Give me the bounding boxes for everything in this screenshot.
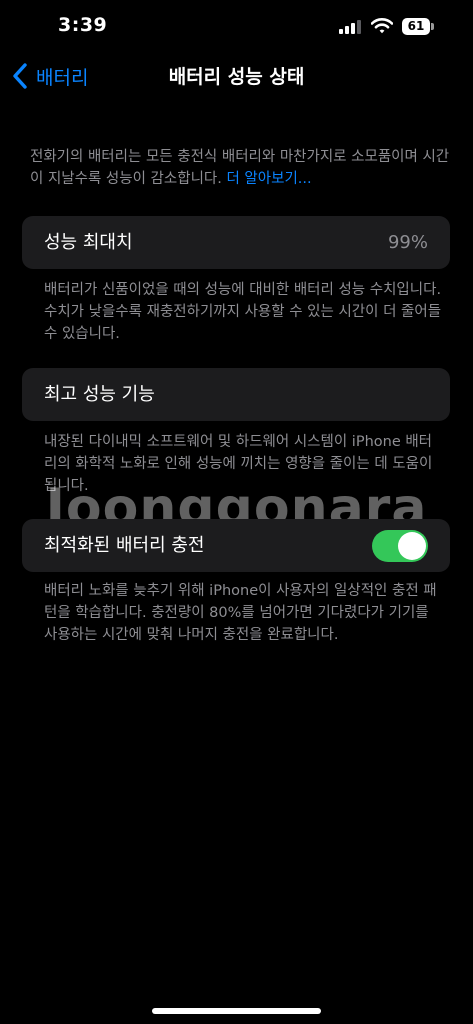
battery-cap	[431, 23, 434, 30]
status-time: 3:39	[58, 14, 108, 36]
intro-description: 전화기의 배터리는 모든 충전식 배터리와 마찬가지로 소모품이며 시간이 지날…	[30, 146, 450, 190]
max-capacity-label: 성능 최대치	[44, 232, 133, 253]
peak-performance-cell: 최고 성능 기능	[22, 368, 450, 421]
wifi-icon	[371, 18, 393, 34]
peak-performance-footer: 내장된 다이내믹 소프트웨어 및 하드웨어 시스템이 iPhone 배터리의 화…	[44, 434, 433, 494]
optimized-charging-cell: 최적화된 배터리 충전	[22, 519, 450, 572]
page-title: 배터리 성능 상태	[168, 66, 305, 88]
max-capacity-value: 99%	[387, 232, 428, 253]
signal-icon	[339, 20, 361, 34]
toggle-knob	[398, 532, 426, 560]
battery-level: 61	[407, 19, 425, 33]
status-bar: 3:39 61	[0, 0, 473, 56]
max-capacity-footer: 배터리가 신품이었을 때의 성능에 대비한 배터리 성능 수치입니다. 수치가 …	[44, 282, 442, 342]
optimized-charging-label: 최적화된 배터리 충전	[44, 535, 205, 556]
learn-more-link[interactable]: 더 알아보기...	[226, 171, 311, 187]
optimized-charging-footer: 배터리 노화를 늦추기 위해 iPhone이 사용자의 일상적인 충전 패턴을 …	[44, 583, 437, 643]
peak-performance-label: 최고 성능 기능	[44, 384, 155, 405]
max-capacity-cell: 성능 최대치 99%	[22, 216, 450, 269]
home-indicator[interactable]	[152, 1008, 321, 1014]
battery-icon: 61	[402, 18, 434, 35]
optimized-charging-toggle[interactable]	[372, 530, 428, 562]
